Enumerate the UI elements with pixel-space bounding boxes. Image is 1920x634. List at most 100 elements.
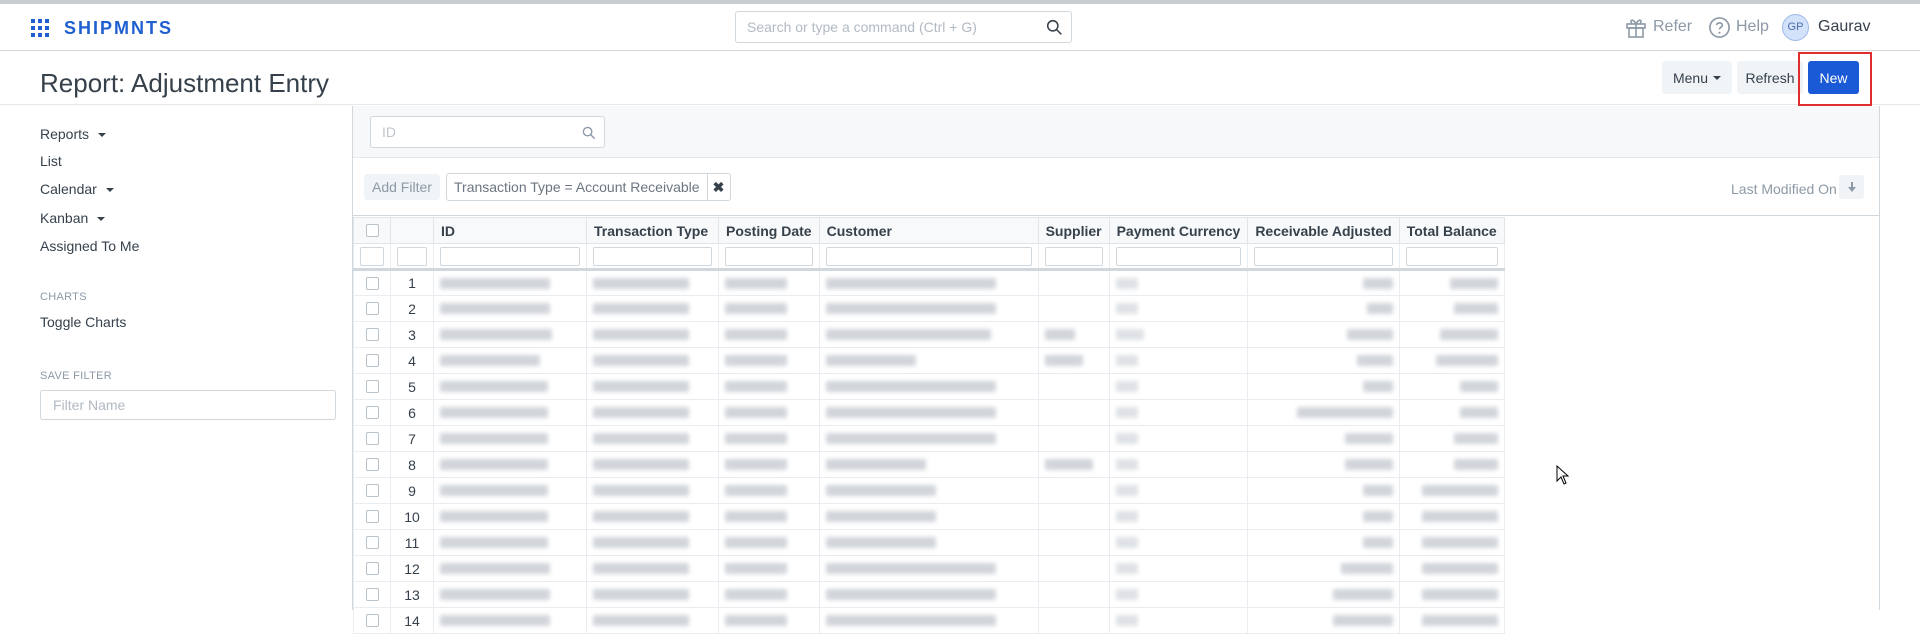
search-input[interactable] [747, 12, 1037, 42]
table-cell[interactable] [586, 451, 719, 478]
table-cell[interactable] [586, 373, 719, 400]
checkbox-filter-input[interactable] [360, 246, 384, 266]
table-cell[interactable] [1108, 347, 1249, 374]
row-number-filter-input[interactable] [397, 246, 427, 266]
table-cell[interactable] [718, 269, 820, 296]
table-cell[interactable] [818, 555, 1039, 582]
table-cell[interactable] [1398, 269, 1505, 296]
table-cell[interactable] [1037, 321, 1110, 348]
row-checkbox[interactable] [365, 614, 379, 627]
table-cell[interactable] [1247, 269, 1400, 296]
table-row[interactable]: 5 [353, 373, 1505, 400]
table-cell[interactable] [1247, 529, 1400, 556]
table-cell[interactable] [433, 321, 587, 348]
row-checkbox[interactable] [365, 302, 379, 315]
column-header-id[interactable]: ID [433, 217, 587, 244]
table-cell[interactable] [818, 295, 1039, 322]
table-cell[interactable] [586, 347, 719, 374]
total-balance-filter-input[interactable] [1405, 246, 1498, 266]
column-header-supplier[interactable]: Supplier [1037, 217, 1110, 244]
table-cell[interactable] [433, 581, 587, 608]
table-cell[interactable] [1108, 425, 1249, 452]
table-cell[interactable] [433, 425, 587, 452]
table-cell[interactable] [433, 477, 587, 504]
table-cell[interactable] [818, 347, 1039, 374]
sidebar-item-reports[interactable]: Reports [40, 126, 106, 142]
table-cell[interactable] [718, 477, 820, 504]
refresh-button[interactable]: Refresh [1737, 61, 1803, 94]
table-cell[interactable] [1398, 607, 1505, 634]
posting-date-filter-input[interactable] [725, 246, 813, 266]
row-checkbox[interactable] [365, 484, 379, 497]
table-cell[interactable] [718, 321, 820, 348]
row-checkbox[interactable] [365, 406, 379, 419]
row-checkbox[interactable] [365, 276, 379, 290]
table-cell[interactable] [1398, 503, 1505, 530]
table-cell[interactable] [1037, 477, 1110, 504]
table-cell[interactable] [1247, 295, 1400, 322]
customer-filter-input[interactable] [825, 246, 1032, 266]
table-cell[interactable] [1037, 581, 1110, 608]
table-cell[interactable] [586, 581, 719, 608]
user-menu[interactable]: GP Gaurav [1782, 12, 1870, 42]
table-cell[interactable] [1398, 425, 1505, 452]
table-cell[interactable] [1398, 477, 1505, 504]
id-column-filter-input[interactable] [440, 246, 580, 266]
sidebar-item-list[interactable]: List [40, 153, 62, 169]
table-row[interactable]: 11 [353, 529, 1505, 556]
table-cell[interactable] [1247, 425, 1400, 452]
sort-by-label[interactable]: Last Modified On [1731, 181, 1837, 197]
table-cell[interactable] [433, 607, 587, 634]
table-cell[interactable] [586, 477, 719, 504]
receivable-adjusted-filter-input[interactable] [1254, 246, 1393, 266]
table-cell[interactable] [433, 451, 587, 478]
table-cell[interactable] [1247, 555, 1400, 582]
table-cell[interactable] [1398, 373, 1505, 400]
table-cell[interactable] [586, 425, 719, 452]
active-filter-label[interactable]: Transaction Type = Account Receivable [447, 174, 708, 200]
refer-link[interactable]: Refer [1624, 12, 1692, 42]
row-checkbox[interactable] [365, 536, 379, 549]
table-cell[interactable] [1247, 321, 1400, 348]
sidebar-item-kanban[interactable]: Kanban [40, 210, 106, 226]
table-cell[interactable] [718, 425, 820, 452]
table-cell[interactable] [1108, 269, 1249, 296]
table-cell[interactable] [1037, 269, 1110, 296]
table-row[interactable]: 6 [353, 399, 1505, 426]
apps-grid-icon[interactable] [31, 19, 49, 37]
table-cell[interactable] [718, 607, 820, 634]
table-cell[interactable] [1037, 425, 1110, 452]
table-cell[interactable] [1398, 529, 1505, 556]
table-cell[interactable] [586, 555, 719, 582]
table-cell[interactable] [1247, 451, 1400, 478]
supplier-filter-input[interactable] [1044, 246, 1103, 266]
table-cell[interactable] [1398, 347, 1505, 374]
table-cell[interactable] [1247, 607, 1400, 634]
table-cell[interactable] [718, 529, 820, 556]
table-cell[interactable] [1108, 399, 1249, 426]
table-cell[interactable] [1108, 503, 1249, 530]
payment-currency-filter-input[interactable] [1115, 246, 1242, 266]
transaction-type-filter-input[interactable] [593, 246, 712, 266]
table-row[interactable]: 1 [353, 269, 1505, 296]
table-row[interactable]: 2 [353, 295, 1505, 322]
table-cell[interactable] [818, 607, 1039, 634]
table-row[interactable]: 7 [353, 425, 1505, 452]
table-cell[interactable] [1398, 295, 1505, 322]
table-cell[interactable] [1247, 477, 1400, 504]
add-filter-button[interactable]: Add Filter [364, 174, 440, 200]
table-cell[interactable] [1037, 555, 1110, 582]
table-cell[interactable] [433, 269, 587, 296]
row-checkbox[interactable] [365, 380, 379, 393]
table-cell[interactable] [586, 399, 719, 426]
table-cell[interactable] [1247, 373, 1400, 400]
table-cell[interactable] [1247, 399, 1400, 426]
table-cell[interactable] [433, 503, 587, 530]
table-cell[interactable] [586, 295, 719, 322]
table-cell[interactable] [1108, 451, 1249, 478]
row-checkbox[interactable] [365, 328, 379, 341]
table-cell[interactable] [1037, 399, 1110, 426]
table-row[interactable]: 13 [353, 581, 1505, 608]
column-header-transaction-type[interactable]: Transaction Type [586, 217, 719, 244]
table-row[interactable]: 14 [353, 607, 1505, 634]
